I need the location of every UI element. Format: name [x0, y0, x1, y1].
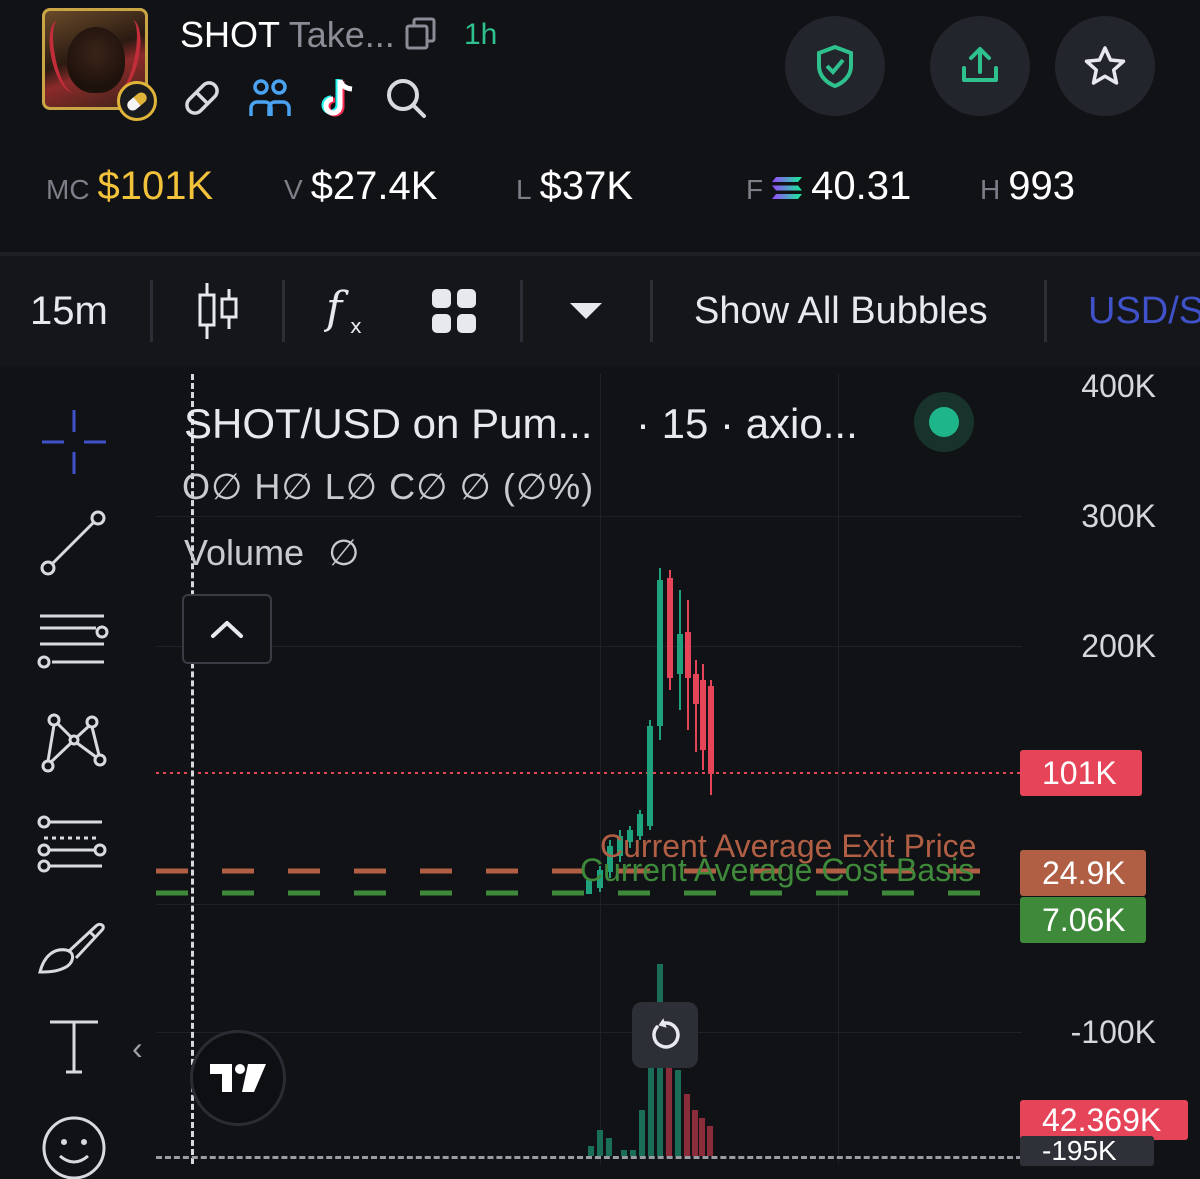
avg-exit-tag: 24.9K	[1020, 850, 1146, 896]
candle	[700, 680, 706, 750]
tradingview-logo[interactable]	[190, 1030, 286, 1126]
candle	[657, 580, 663, 726]
axis-label-neg-100k: -100K	[1070, 1014, 1156, 1050]
volume-legend: Volume ∅	[184, 532, 359, 574]
volume-label: Volume	[184, 532, 305, 573]
market-status-icon	[914, 392, 974, 452]
candle	[708, 686, 714, 774]
rotate-icon	[652, 1018, 680, 1049]
tradingview-icon	[210, 1064, 266, 1092]
axis-label-400k: 400K	[1081, 368, 1156, 404]
axis-label-200k: 200K	[1081, 628, 1156, 664]
candle	[677, 634, 683, 674]
chart-symbol-interval: · 15 · axio...	[636, 400, 858, 447]
collapse-legend-button[interactable]	[182, 594, 272, 664]
candle	[647, 726, 653, 826]
chevron-up-icon	[211, 621, 243, 638]
crosshair-price-tag: -195K	[1020, 1136, 1154, 1166]
bottom-price-tag: 42.369K	[1020, 1100, 1188, 1140]
axis-label-300k: 300K	[1081, 498, 1156, 534]
crosshair-horizontal-line	[156, 1156, 1022, 1159]
candle	[667, 578, 673, 678]
current-price-tag: 101K	[1020, 750, 1142, 796]
chart-svg	[156, 568, 1020, 1156]
avg-cost-tag: 7.06K	[1020, 897, 1146, 943]
volume-value: ∅	[328, 532, 360, 573]
candle	[685, 632, 691, 678]
avg-cost-label: Current Average Cost Basis	[580, 852, 975, 888]
chart-symbol-title[interactable]: SHOT/USD on Pum...	[184, 400, 592, 448]
candle	[693, 674, 699, 704]
reset-chart-button[interactable]	[632, 1002, 698, 1068]
ohlc-values: O∅ H∅ L∅ C∅ ∅ (∅%)	[182, 466, 595, 507]
